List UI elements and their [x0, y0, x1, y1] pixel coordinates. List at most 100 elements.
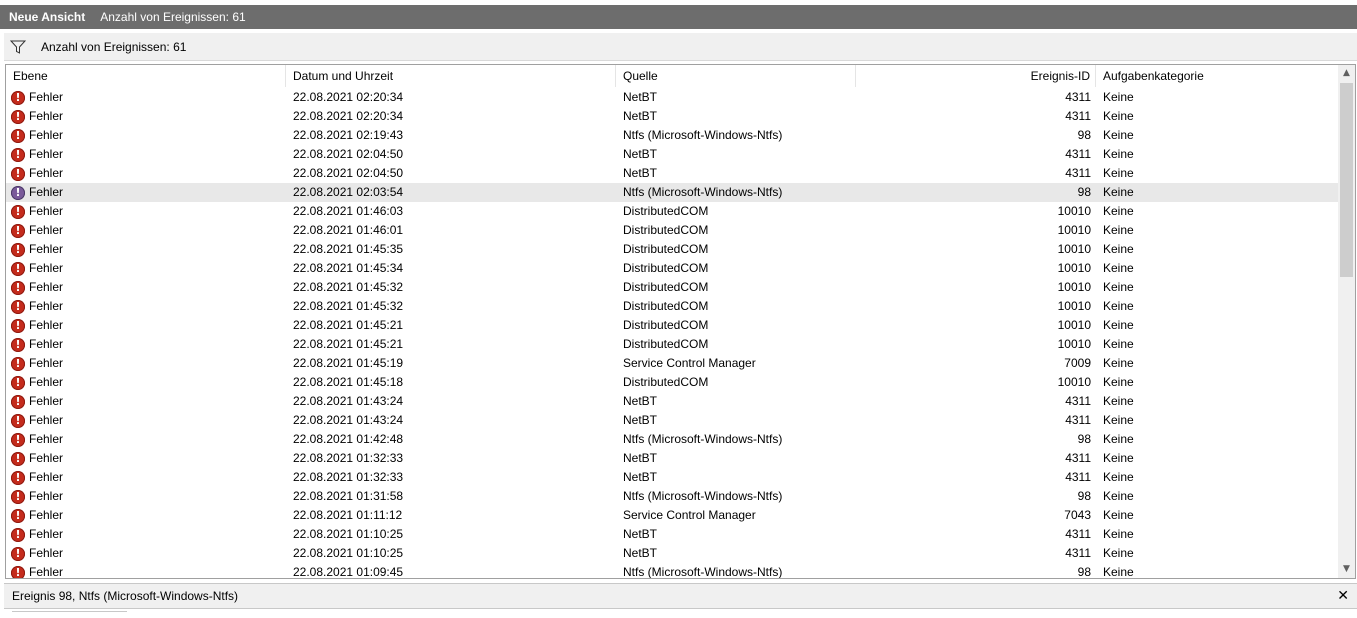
- event-detail-header: Ereignis 98, Ntfs (Microsoft-Windows-Ntf…: [4, 583, 1357, 609]
- table-row[interactable]: ! Fehler 22.08.2021 01:45:34 DistributedCOM…: [6, 259, 1339, 278]
- column-header-row: Ebene Datum und Uhrzeit Quelle Ereignis-…: [6, 65, 1339, 88]
- date-cell: 22.08.2021 01:45:34: [293, 261, 404, 275]
- level-text: Fehler: [29, 185, 64, 199]
- level-cell: ! Fehler: [6, 373, 286, 392]
- level-cell: ! Fehler: [6, 107, 286, 126]
- table-row[interactable]: ! Fehler 22.08.2021 01:10:25 NetBT 4311 Keine: [6, 544, 1339, 563]
- level-text: Fehler: [29, 356, 64, 370]
- table-row[interactable]: ! Fehler 22.08.2021 01:45:19 Service Contro…: [6, 354, 1339, 373]
- level-text: Fehler: [29, 470, 64, 484]
- table-row[interactable]: ! Fehler 22.08.2021 01:46:03 DistributedCOM…: [6, 202, 1339, 221]
- table-row[interactable]: ! Fehler 22.08.2021 02:03:54 Ntfs (Microsof…: [6, 183, 1339, 202]
- level-text: Fehler: [29, 432, 64, 446]
- source-cell: DistributedCOM: [623, 280, 709, 294]
- date-cell: 22.08.2021 01:43:24: [293, 394, 404, 408]
- error-icon: !: [11, 223, 25, 238]
- table-row[interactable]: ! Fehler 22.08.2021 01:32:33 NetBT 4311 Keine: [6, 468, 1339, 487]
- table-row[interactable]: ! Fehler 22.08.2021 01:32:33 NetBT 4311 Keine: [6, 449, 1339, 468]
- error-icon: !: [11, 489, 25, 504]
- table-row[interactable]: ! Fehler 22.08.2021 01:09:45 Ntfs (Microsof…: [6, 563, 1339, 579]
- table-row[interactable]: ! Fehler 22.08.2021 02:04:50 NetBT 4311 Keine: [6, 164, 1339, 183]
- view-title: Neue Ansicht: [9, 10, 86, 24]
- column-header-source[interactable]: Quelle: [616, 65, 856, 87]
- scroll-down-icon[interactable]: ▼: [1338, 561, 1355, 578]
- date-cell: 22.08.2021 02:19:43: [293, 128, 404, 142]
- table-row[interactable]: ! Fehler 22.08.2021 02:20:34 NetBT 4311 Keine: [6, 107, 1339, 126]
- error-icon: !: [11, 147, 25, 162]
- event-id-cell: 4311: [1065, 394, 1091, 408]
- table-row[interactable]: ! Fehler 22.08.2021 01:42:48 Ntfs (Microsof…: [6, 430, 1339, 449]
- level-text: Fehler: [29, 565, 64, 579]
- event-id-cell: 10010: [1057, 261, 1091, 275]
- table-row[interactable]: ! Fehler 22.08.2021 02:19:43 Ntfs (Microsof…: [6, 126, 1339, 145]
- filter-icon[interactable]: [10, 39, 26, 55]
- table-row[interactable]: ! Fehler 22.08.2021 01:45:32 DistributedCOM…: [6, 297, 1339, 316]
- table-row[interactable]: ! Fehler 22.08.2021 01:31:58 Ntfs (Microsof…: [6, 487, 1339, 506]
- filter-count-label: Anzahl von Ereignissen: 61: [41, 39, 187, 54]
- event-list[interactable]: Ebene Datum und Uhrzeit Quelle Ereignis-…: [5, 64, 1356, 579]
- source-cell: NetBT: [623, 451, 658, 465]
- vertical-scrollbar[interactable]: ▲ ▼: [1338, 65, 1355, 578]
- date-cell: 22.08.2021 01:45:35: [293, 242, 404, 256]
- error-icon: !: [11, 565, 25, 578]
- column-header-date[interactable]: Datum und Uhrzeit: [286, 65, 616, 87]
- column-header-task-category[interactable]: Aufgabenkategorie: [1096, 65, 1339, 87]
- event-id-cell: 4311: [1065, 147, 1091, 161]
- level-text: Fehler: [29, 109, 64, 123]
- table-row[interactable]: ! Fehler 22.08.2021 02:20:34 NetBT 4311 Keine: [6, 88, 1339, 107]
- task-category-cell: Keine: [1103, 147, 1134, 161]
- table-row[interactable]: ! Fehler 22.08.2021 01:45:21 DistributedCOM…: [6, 335, 1339, 354]
- table-row[interactable]: ! Fehler 22.08.2021 02:04:50 NetBT 4311 Keine: [6, 145, 1339, 164]
- event-id-cell: 7009: [1064, 356, 1091, 370]
- task-category-cell: Keine: [1103, 280, 1134, 294]
- error-icon: !: [11, 375, 25, 390]
- table-row[interactable]: ! Fehler 22.08.2021 01:45:18 DistributedCOM…: [6, 373, 1339, 392]
- task-category-cell: Keine: [1103, 394, 1134, 408]
- column-header-event-id[interactable]: Ereignis-ID: [856, 65, 1096, 87]
- level-text: Fehler: [29, 508, 64, 522]
- event-id-cell: 98: [1077, 185, 1091, 199]
- source-cell: DistributedCOM: [623, 337, 709, 351]
- scrollbar-thumb[interactable]: [1340, 83, 1353, 277]
- level-text: Fehler: [29, 280, 64, 294]
- error-icon: !: [11, 546, 25, 561]
- level-text: Fehler: [29, 489, 64, 503]
- task-category-cell: Keine: [1103, 451, 1134, 465]
- error-icon: !: [11, 299, 25, 314]
- task-category-cell: Keine: [1103, 546, 1134, 560]
- date-cell: 22.08.2021 01:10:25: [293, 546, 404, 560]
- source-cell: DistributedCOM: [623, 242, 709, 256]
- table-row[interactable]: ! Fehler 22.08.2021 01:11:12 Service Contro…: [6, 506, 1339, 525]
- event-rows: ! Fehler 22.08.2021 02:20:34 NetBT 4311 Keine…: [6, 88, 1339, 579]
- task-category-cell: Keine: [1103, 223, 1134, 237]
- task-category-cell: Keine: [1103, 299, 1134, 313]
- scroll-up-icon[interactable]: ▲: [1338, 65, 1355, 82]
- table-row[interactable]: ! Fehler 22.08.2021 01:10:25 NetBT 4311 Keine: [6, 525, 1339, 544]
- error-icon: !: [11, 204, 25, 219]
- table-row[interactable]: ! Fehler 22.08.2021 01:46:01 DistributedCOM…: [6, 221, 1339, 240]
- date-cell: 22.08.2021 01:45:19: [293, 356, 404, 370]
- task-category-cell: Keine: [1103, 565, 1134, 579]
- table-row[interactable]: ! Fehler 22.08.2021 01:45:35 DistributedCOM…: [6, 240, 1339, 259]
- event-id-cell: 4311: [1065, 166, 1091, 180]
- source-cell: Ntfs (Microsoft-Windows-Ntfs): [623, 128, 783, 142]
- level-cell: ! Fehler: [6, 506, 286, 525]
- table-row[interactable]: ! Fehler 22.08.2021 01:43:24 NetBT 4311 Keine: [6, 411, 1339, 430]
- table-row[interactable]: ! Fehler 22.08.2021 01:45:32 DistributedCOM…: [6, 278, 1339, 297]
- level-cell: ! Fehler: [6, 449, 286, 468]
- table-row[interactable]: ! Fehler 22.08.2021 01:43:24 NetBT 4311 Keine: [6, 392, 1339, 411]
- close-icon[interactable]: ✕: [1337, 588, 1349, 604]
- date-cell: 22.08.2021 01:10:25: [293, 527, 404, 541]
- event-id-cell: 10010: [1057, 375, 1091, 389]
- error-icon: !: [11, 394, 25, 409]
- error-icon: !: [11, 337, 25, 352]
- task-category-cell: Keine: [1103, 375, 1134, 389]
- task-category-cell: Keine: [1103, 337, 1134, 351]
- event-detail-title: Ereignis 98, Ntfs (Microsoft-Windows-Ntf…: [12, 589, 239, 603]
- column-header-level[interactable]: Ebene: [6, 65, 286, 87]
- error-icon: !: [11, 527, 25, 542]
- date-cell: 22.08.2021 01:42:48: [293, 432, 404, 446]
- table-row[interactable]: ! Fehler 22.08.2021 01:45:21 DistributedCOM…: [6, 316, 1339, 335]
- level-cell: ! Fehler: [6, 468, 286, 487]
- level-cell: ! Fehler: [6, 525, 286, 544]
